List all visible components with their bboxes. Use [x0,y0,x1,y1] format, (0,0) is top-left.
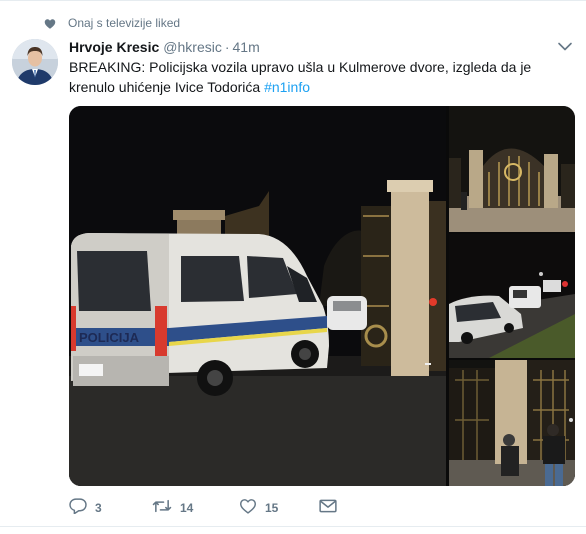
photo-grid: POLICIJA [69,106,575,486]
tweet-text: BREAKING: Policijska vozila upravo ušla … [69,57,575,97]
separator-dot: · [224,39,230,55]
like-button[interactable]: 15 [239,498,319,518]
reply-icon [69,497,87,519]
avatar[interactable] [12,39,58,85]
tweet-actions: 3 14 15 [69,497,349,519]
retweet-count: 14 [180,501,194,515]
author-handle[interactable]: @hkresic [163,39,222,55]
photo-gate[interactable] [449,106,575,232]
heart-icon [44,17,56,29]
van-label: POLICIJA [79,330,140,345]
chevron-down-icon[interactable] [556,40,574,54]
context-text: Onaj s televizije liked [68,16,181,30]
heart-outline-icon [239,498,257,519]
retweet-button[interactable]: 14 [152,498,239,518]
bottom-divider [0,526,586,527]
envelope-icon [319,499,337,518]
like-count: 15 [265,501,279,515]
social-context[interactable]: Onaj s televizije liked [44,14,180,32]
top-divider [0,0,586,1]
photo-people-gate[interactable] [449,360,575,486]
reply-count: 3 [95,501,102,515]
hashtag-link[interactable]: #n1info [264,79,310,95]
photo-police-van[interactable]: POLICIJA [69,106,446,486]
timestamp[interactable]: 41m [233,39,260,55]
photo-vans-road[interactable] [449,234,575,358]
direct-message-button[interactable] [319,498,349,518]
reply-button[interactable]: 3 [69,497,152,519]
author-name[interactable]: Hrvoje Kresic [69,39,159,55]
tweet-header: Hrvoje Kresic @hkresic · 41m [69,38,260,56]
retweet-icon [152,498,172,519]
